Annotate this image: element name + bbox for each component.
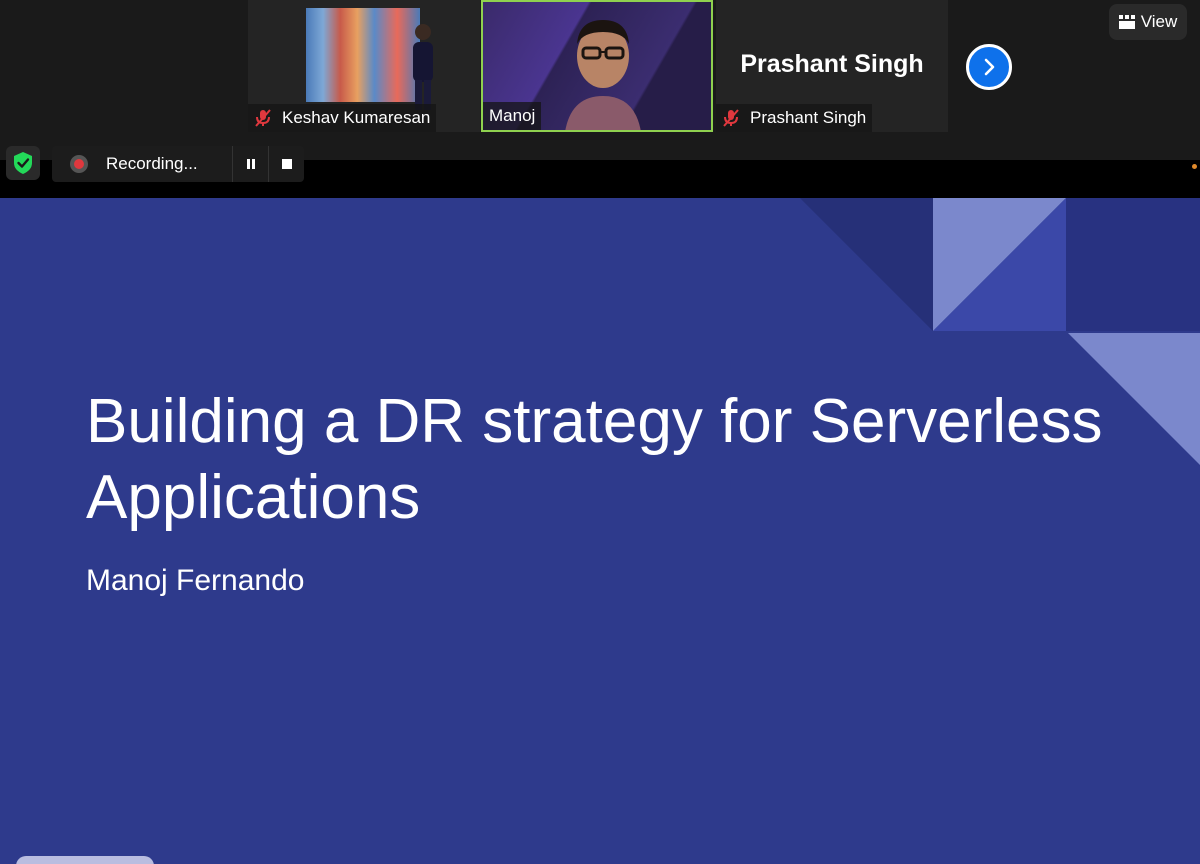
participant-gallery: Keshav Kumaresan Manoj Prashant Singh Pr…: [0, 0, 1200, 160]
person-silhouette: [565, 20, 641, 130]
mic-off-icon: [255, 109, 271, 127]
view-label: View: [1140, 12, 1178, 31]
slide-title: Building a DR strategy for Serverless Ap…: [86, 387, 1103, 532]
recording-bar: Recording...: [52, 146, 304, 182]
person-silhouette: [413, 24, 433, 110]
participant-name-tag: Keshav Kumaresan: [248, 104, 437, 132]
notification-dot: [1192, 164, 1197, 169]
participant-name: Prashant Singh: [750, 108, 867, 127]
chevron-right-icon: [984, 58, 995, 76]
next-page-button[interactable]: [966, 44, 1012, 90]
record-dot-icon: [70, 155, 88, 173]
pause-recording-button[interactable]: [232, 146, 268, 182]
view-button[interactable]: View: [1109, 4, 1187, 40]
security-status[interactable]: [6, 146, 40, 180]
shared-screen-slide: Building a DR strategy for Serverless Ap…: [0, 198, 1200, 864]
record-indicator: [52, 146, 106, 182]
grid-icon: [1118, 15, 1135, 29]
bottom-overlay-pill: [16, 856, 154, 864]
participant-tile-manoj[interactable]: Manoj: [481, 0, 713, 132]
meeting-window: Keshav Kumaresan Manoj Prashant Singh Pr…: [0, 0, 1200, 864]
participant-name: Manoj: [489, 106, 536, 125]
participant-name-tag: Manoj: [483, 102, 542, 130]
stop-recording-button[interactable]: [268, 146, 304, 182]
participant-tile-prashant[interactable]: Prashant Singh Prashant Singh: [716, 0, 948, 132]
mic-off-icon: [723, 109, 739, 127]
participant-name-tag: Prashant Singh: [716, 104, 873, 132]
stop-icon: [281, 159, 292, 169]
participant-display-name: Prashant Singh: [740, 50, 924, 78]
participant-tile-keshav[interactable]: Keshav Kumaresan: [248, 0, 480, 132]
participant-video: [306, 8, 433, 110]
participant-name: Keshav Kumaresan: [282, 108, 431, 127]
recording-label: Recording...: [106, 154, 198, 173]
pause-icon: [246, 159, 255, 169]
slide-author: Manoj Fernando: [86, 564, 305, 597]
shield-check-icon: [14, 152, 32, 174]
